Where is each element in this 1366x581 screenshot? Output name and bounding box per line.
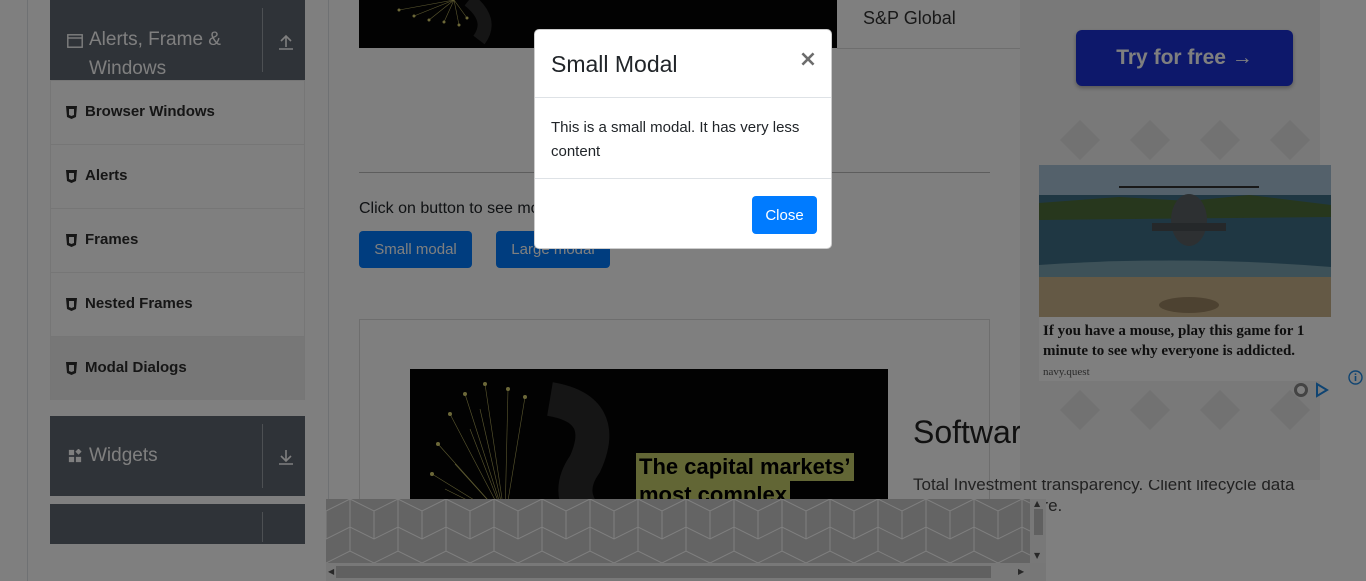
small-modal-dialog: Small Modal × This is a small modal. It … (534, 29, 832, 249)
modal-title: Small Modal (551, 51, 678, 77)
modal-header: Small Modal × (535, 30, 831, 98)
modal-body: This is a small modal. It has very less … (551, 119, 800, 160)
close-icon[interactable]: × (798, 48, 818, 72)
close-button[interactable]: Close (752, 196, 817, 234)
modal-footer: Close (535, 178, 831, 248)
